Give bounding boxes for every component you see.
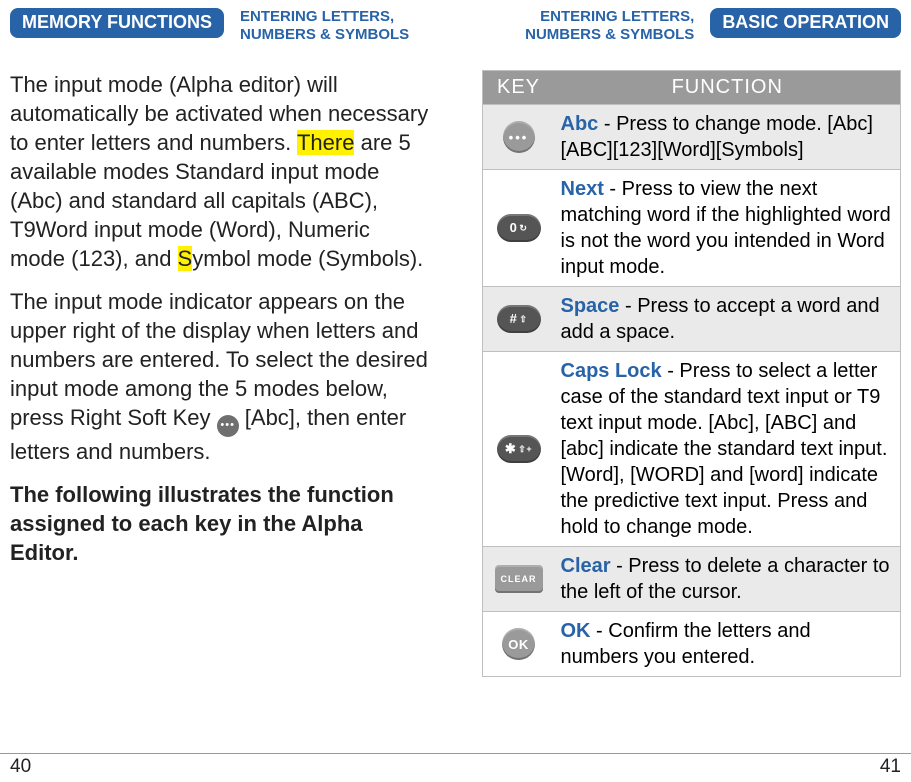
keycap-sup-icon: ↻ [519,224,527,232]
col-header-key: KEY [483,71,555,104]
left-section-pill: MEMORY FUNCTIONS [10,8,224,38]
keycap-icon: CLEAR [495,565,543,593]
left-body: The input mode (Alpha editor) will autom… [10,70,430,581]
key-cell: OK [483,612,555,676]
table-row: CLEAR Clear - Press to delete a charac­te… [483,546,901,611]
function-cell: OK - Confirm the letters and numbers you… [555,612,901,676]
right-section-pill: BASIC OPERATION [710,8,901,38]
key-cell: #⇧ [483,287,555,351]
table-row: ✱⇧+ Caps Lock - Press to select a letter … [483,351,901,546]
left-header: MEMORY FUNCTIONS ENTERING LETTERS, NUMBE… [10,8,430,56]
softkey-dots-icon: ••• [217,415,239,437]
key-cell: ✱⇧+ [483,352,555,546]
page-number-left: 40 [0,756,31,778]
right-column: ENTERING LETTERS, NUMBERS & SYMBOLS BASI… [456,0,911,782]
function-keyword: Next [561,178,604,200]
paragraph-3-bold: The following illustrates the function a… [10,480,430,567]
keycap-icon: #⇧ [497,305,541,333]
page-spread: MEMORY FUNCTIONS ENTERING LETTERS, NUMBE… [0,0,911,782]
function-keyword: Abc [561,113,599,135]
keycap-icon: OK [502,628,535,660]
function-keyword: Clear [561,555,611,577]
function-text: - Press to view the next matching word i… [561,178,891,278]
text: ymbol mode (Symbols). [192,246,423,271]
function-text: - Press to delete a charac­ter to the le… [561,555,890,603]
function-cell: Clear - Press to delete a charac­ter to … [555,547,901,611]
right-breadcrumb: ENTERING LETTERS, NUMBERS & SYMBOLS [525,8,694,44]
paragraph-2: The input mode indicator appears on the … [10,287,430,465]
table-header: KEY FUNCTION [483,71,901,104]
key-cell: ••• [483,105,555,169]
table-row: #⇧ Space - Press to accept a word and add… [483,286,901,351]
right-header: ENTERING LETTERS, NUMBERS & SYMBOLS BASI… [482,8,902,56]
keycap-icon: ✱⇧+ [497,435,541,463]
function-text: - Press to change mode. [Abc][ABC][123][… [561,113,873,161]
keycap-icon: ••• [503,121,535,153]
page-footer: 40 41 [0,753,911,778]
table-row: OKOK - Confirm the letters and numbers y… [483,611,901,676]
table-row: 0↻ Next - Press to view the next matching… [483,169,901,286]
highlight: S [178,246,193,271]
function-keyword: Space [561,295,620,317]
left-breadcrumb: ENTERING LETTERS, NUMBERS & SYMBOLS [240,8,409,44]
table-body: ••• Abc - Press to change mode. [Abc][ABC… [483,104,901,676]
paragraph-1: The input mode (Alpha editor) will autom… [10,70,430,273]
function-cell: Next - Press to view the next matching w… [555,170,901,286]
keycap-icon: 0↻ [497,214,541,242]
key-cell: CLEAR [483,547,555,611]
function-text: - Confirm the letters and numbers you en… [561,620,811,668]
function-cell: Abc - Press to change mode. [Abc][ABC][1… [555,105,901,169]
function-keyword: OK [561,620,591,642]
keycap-sup-icon: ⇧+ [518,445,532,453]
function-text: - Press to select a letter case of the s… [561,360,888,538]
function-cell: Space - Press to accept a word and add a… [555,287,901,351]
highlight: There [297,130,354,155]
function-keyword: Caps Lock [561,360,662,382]
page-number-right: 41 [880,756,911,778]
left-column: MEMORY FUNCTIONS ENTERING LETTERS, NUMBE… [0,0,456,782]
table-row: ••• Abc - Press to change mode. [Abc][ABC… [483,104,901,169]
function-cell: Caps Lock - Press to select a letter cas… [555,352,901,546]
key-cell: 0↻ [483,170,555,286]
col-header-function: FUNCTION [555,71,901,104]
keycap-sup-icon: ⇧ [519,315,527,323]
key-function-table: KEY FUNCTION ••• Abc - Press to change mo… [482,70,902,677]
